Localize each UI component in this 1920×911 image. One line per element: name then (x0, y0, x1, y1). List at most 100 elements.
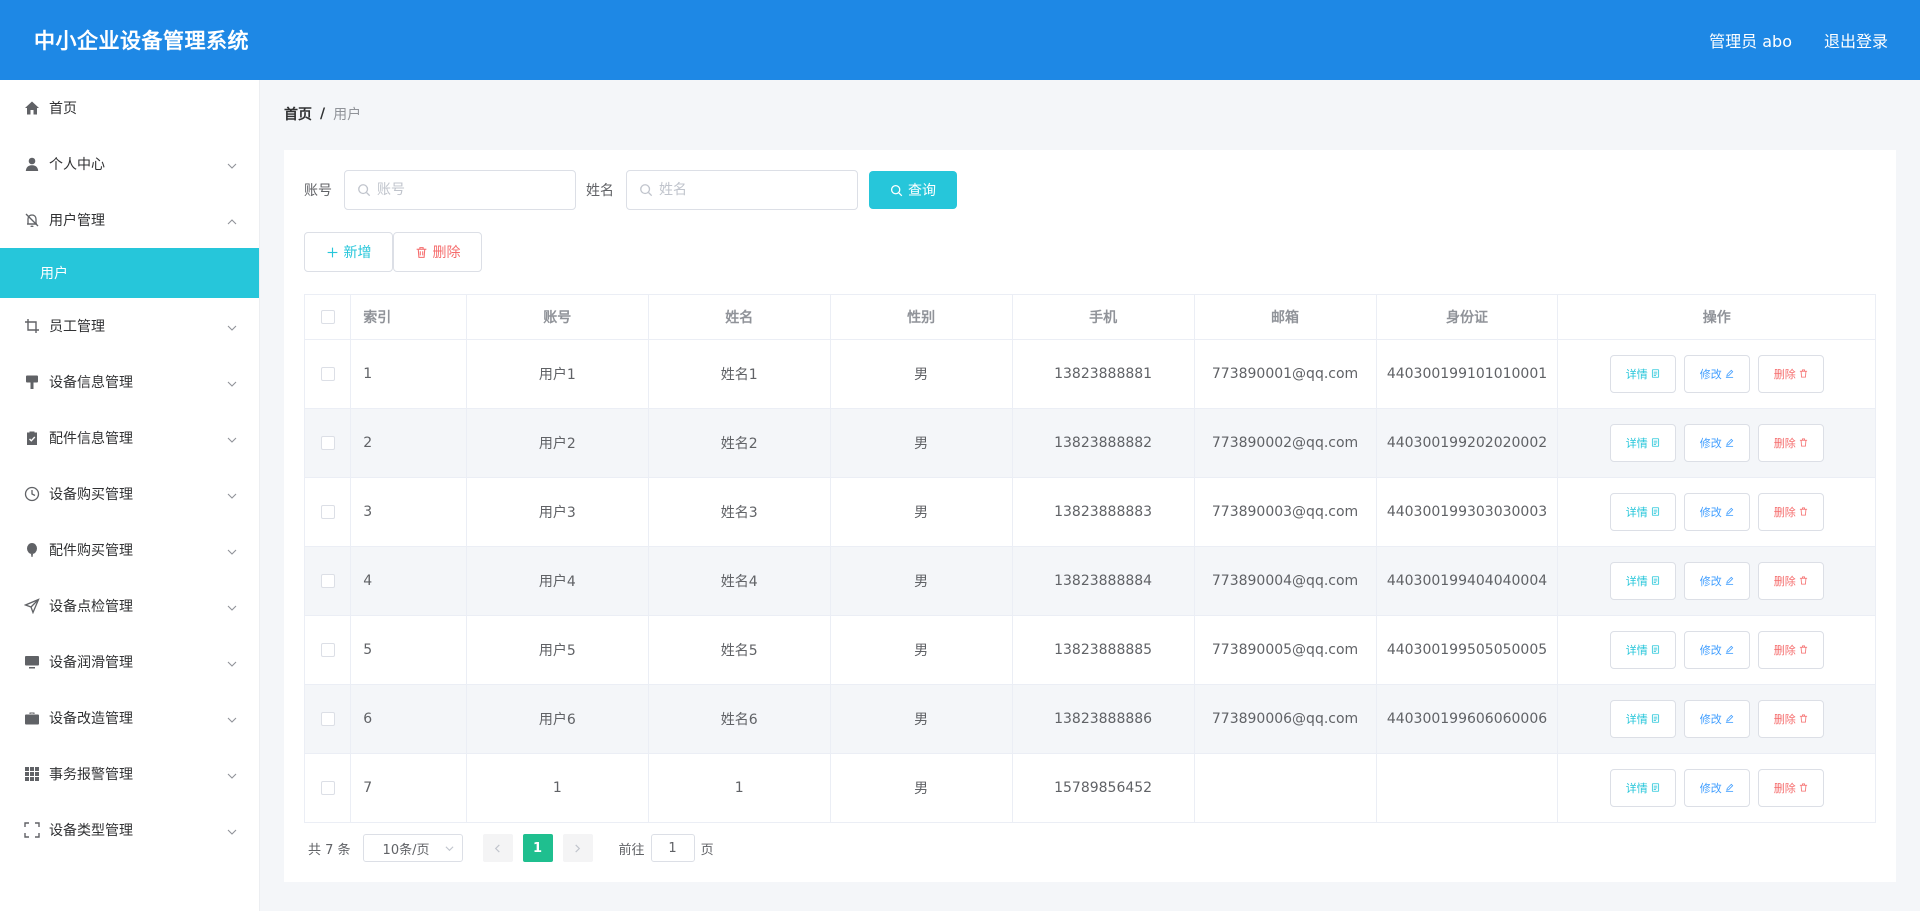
cell-phone: 13823888885 (1012, 615, 1195, 685)
row-delete-button[interactable]: 删除 (1757, 354, 1824, 393)
add-button-label: 新增 (343, 244, 372, 260)
logout-link[interactable]: 退出登录 (1824, 28, 1888, 52)
sidebar-item-0[interactable]: 首页 (0, 80, 259, 136)
sidebar-item-4[interactable]: 设备信息管理 (0, 354, 259, 410)
edit-button[interactable]: 修改 (1683, 561, 1750, 600)
home-icon (24, 100, 40, 116)
row-delete-button[interactable]: 删除 (1757, 768, 1824, 807)
edit-button[interactable]: 修改 (1683, 423, 1750, 462)
edit-button[interactable]: 修改 (1683, 492, 1750, 531)
table-row[interactable]: 4 用户4 姓名4 男 13823888884 773890004@qq.com 44030… (305, 546, 1875, 616)
name-input-wrap[interactable] (626, 170, 858, 210)
detail-button[interactable]: 详情 (1609, 630, 1676, 669)
row-checkbox[interactable] (320, 780, 335, 795)
query-button[interactable]: 查询 (869, 171, 957, 209)
table-row[interactable]: 6 用户6 姓名6 男 13823888886 773890006@qq.com 44030… (305, 684, 1875, 754)
add-button[interactable]: 新增 (304, 232, 393, 272)
goto-page-input[interactable] (650, 834, 695, 862)
name-label: 姓名 (586, 183, 614, 199)
sidebar-item-2[interactable]: 用户管理 (0, 192, 259, 248)
document-icon (1651, 369, 1659, 378)
sidebar-item-label: 员工管理 (49, 319, 105, 335)
account-label: 账号 (304, 183, 332, 199)
detail-button[interactable]: 详情 (1609, 561, 1676, 600)
sidebar-item-11[interactable]: 事务报警管理 (0, 746, 259, 802)
table-row[interactable]: 7 1 1 男 15789856452 详情 修改 删除 (305, 753, 1875, 822)
account-search-input[interactable] (345, 171, 575, 209)
sidebar-subitem-user[interactable]: 用户 (0, 248, 259, 298)
table-row[interactable]: 3 用户3 姓名3 男 13823888883 773890003@qq.com 44030… (305, 477, 1875, 547)
cell-email: 773890006@qq.com (1194, 684, 1377, 754)
detail-button[interactable]: 详情 (1609, 768, 1676, 807)
grid-icon (24, 766, 40, 782)
row-checkbox[interactable] (320, 504, 335, 519)
cell-phone: 15789856452 (1012, 753, 1195, 822)
next-page-button[interactable] (562, 834, 593, 862)
user-table: 索引 账号 姓名 性别 手机 邮箱 身份证 操作 1 用户1 姓名1 男 13823888881 773… (304, 294, 1876, 823)
select-all-checkbox[interactable] (320, 309, 335, 324)
delete-label: 删除 (1773, 367, 1796, 381)
page-size-select[interactable]: 10条/页 (362, 834, 463, 862)
edit-button[interactable]: 修改 (1683, 768, 1750, 807)
chevron-down-icon (227, 321, 237, 331)
row-select-cell (305, 546, 352, 616)
detail-label: 详情 (1625, 436, 1648, 450)
detail-button[interactable]: 详情 (1609, 492, 1676, 531)
sidebar-item-5[interactable]: 配件信息管理 (0, 410, 259, 466)
cell-index: 7 (350, 753, 467, 822)
detail-button[interactable]: 详情 (1609, 354, 1676, 393)
breadcrumb-home[interactable]: 首页 (284, 104, 312, 124)
row-checkbox[interactable] (320, 366, 335, 381)
pagination: 共 7 条 10条/页 1 前往 页 (308, 834, 714, 862)
sidebar-item-1[interactable]: 个人中心 (0, 136, 259, 192)
brush-icon (24, 374, 40, 390)
sidebar-item-8[interactable]: 设备点检管理 (0, 578, 259, 634)
row-delete-button[interactable]: 删除 (1757, 423, 1824, 462)
sidebar-item-6[interactable]: 设备购买管理 (0, 466, 259, 522)
row-delete-button[interactable]: 删除 (1757, 492, 1824, 531)
cell-email: 773890004@qq.com (1194, 546, 1377, 616)
name-search-input[interactable] (627, 171, 857, 209)
table-row[interactable]: 2 用户2 姓名2 男 13823888882 773890002@qq.com 44030… (305, 408, 1875, 478)
account-input-wrap[interactable] (344, 170, 576, 210)
cell-gender: 男 (830, 753, 1013, 822)
sidebar-item-12[interactable]: 设备类型管理 (0, 802, 259, 858)
trash-icon (1799, 438, 1807, 447)
chevron-down-icon (227, 159, 237, 169)
detail-button[interactable]: 详情 (1609, 699, 1676, 738)
row-delete-button[interactable]: 删除 (1757, 561, 1824, 600)
table-row[interactable]: 1 用户1 姓名1 男 13823888881 773890001@qq.com 44030… (305, 339, 1875, 409)
row-delete-button[interactable]: 删除 (1757, 699, 1824, 738)
row-checkbox[interactable] (320, 435, 335, 450)
search-icon (358, 184, 371, 197)
sidebar-item-10[interactable]: 设备改造管理 (0, 690, 259, 746)
edit-button[interactable]: 修改 (1683, 354, 1750, 393)
sidebar: 首页 个人中心 用户管理 用户员工管理设备信息管理 配件信息管理 设备购买管理 配件购买管理… (0, 80, 260, 911)
row-actions-cell: 详情 修改 删除 (1557, 684, 1875, 754)
current-user: 管理员 abo (1709, 32, 1792, 51)
trash-icon (1799, 369, 1807, 378)
batch-delete-button[interactable]: 删除 (393, 232, 482, 272)
detail-label: 详情 (1625, 643, 1648, 657)
sidebar-item-3[interactable]: 员工管理 (0, 298, 259, 354)
action-toolbar: 新增 删除 (304, 232, 482, 272)
sidebar-item-7[interactable]: 配件购买管理 (0, 522, 259, 578)
page-number-1[interactable]: 1 (522, 834, 553, 862)
cell-index: 6 (350, 684, 467, 754)
row-checkbox[interactable] (320, 711, 335, 726)
prev-page-button[interactable] (482, 834, 513, 862)
row-select-cell (305, 408, 352, 478)
cell-email: 773890005@qq.com (1194, 615, 1377, 685)
cell-email: 773890002@qq.com (1194, 408, 1377, 478)
table-row[interactable]: 5 用户5 姓名5 男 13823888885 773890005@qq.com 44030… (305, 615, 1875, 685)
row-checkbox[interactable] (320, 642, 335, 657)
row-actions: 详情 修改 删除 (1558, 423, 1875, 462)
row-delete-button[interactable]: 删除 (1757, 630, 1824, 669)
edit-button[interactable]: 修改 (1683, 630, 1750, 669)
chevron-up-icon (227, 215, 237, 225)
edit-button[interactable]: 修改 (1683, 699, 1750, 738)
row-checkbox[interactable] (320, 573, 335, 588)
detail-button[interactable]: 详情 (1609, 423, 1676, 462)
column-header: 操作 (1557, 295, 1875, 340)
sidebar-item-9[interactable]: 设备润滑管理 (0, 634, 259, 690)
